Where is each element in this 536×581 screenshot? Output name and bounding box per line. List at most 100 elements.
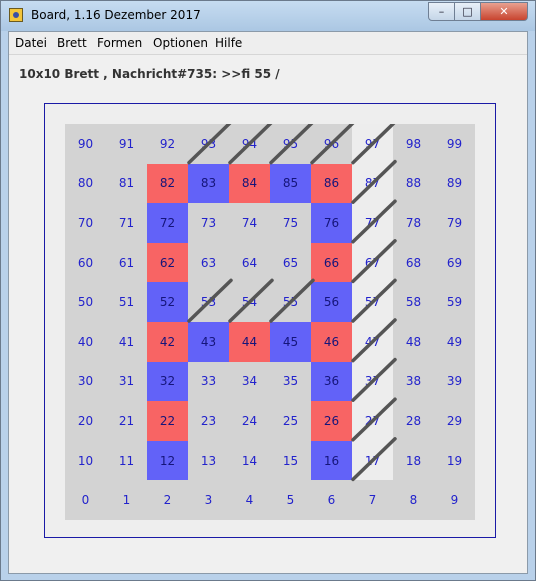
board-cell-35[interactable]: 35 — [270, 362, 311, 402]
board-cell-34[interactable]: 34 — [229, 362, 270, 402]
board-cell-67[interactable]: 67 — [352, 242, 393, 283]
board-cell-15[interactable]: 15 — [270, 441, 311, 481]
board-cell-44[interactable]: 44 — [229, 322, 270, 362]
board-cell-75[interactable]: 75 — [270, 203, 311, 243]
board-cell-54[interactable]: 54 — [229, 282, 270, 322]
board-cell-42[interactable]: 42 — [147, 322, 188, 362]
board-cell-45[interactable]: 45 — [270, 322, 311, 362]
board-cell-61[interactable]: 61 — [106, 243, 147, 283]
board-cell-65[interactable]: 65 — [270, 243, 311, 283]
board-cell-6[interactable]: 6 — [311, 480, 352, 520]
board-cell-33[interactable]: 33 — [188, 362, 229, 402]
minimize-button[interactable]: – — [428, 2, 455, 21]
board-cell-1[interactable]: 1 — [106, 480, 147, 520]
board-cell-38[interactable]: 38 — [393, 362, 434, 402]
board-cell-91[interactable]: 91 — [106, 124, 147, 164]
maximize-button[interactable]: □ — [454, 2, 481, 21]
board-cell-23[interactable]: 23 — [188, 401, 229, 441]
menu-brett[interactable]: Brett — [57, 36, 87, 50]
board-cell-43[interactable]: 43 — [188, 322, 229, 362]
board-cell-49[interactable]: 49 — [434, 322, 475, 362]
board-cell-4[interactable]: 4 — [229, 480, 270, 520]
board-cell-86[interactable]: 86 — [311, 163, 352, 204]
board-cell-29[interactable]: 29 — [434, 401, 475, 441]
board-cell-46[interactable]: 46 — [311, 322, 352, 362]
board-cell-28[interactable]: 28 — [393, 401, 434, 441]
board-cell-64[interactable]: 64 — [229, 243, 270, 283]
menu-optionen[interactable]: Optionen — [153, 36, 208, 50]
board-cell-98[interactable]: 98 — [393, 124, 434, 164]
board-cell-87[interactable]: 87 — [352, 163, 393, 204]
board-cell-88[interactable]: 88 — [393, 164, 434, 204]
menu-hilfe[interactable]: Hilfe — [215, 36, 242, 50]
board-cell-39[interactable]: 39 — [434, 362, 475, 402]
board-cell-94[interactable]: 94 — [229, 124, 270, 164]
board-cell-40[interactable]: 40 — [65, 322, 106, 362]
board-cell-79[interactable]: 79 — [434, 203, 475, 243]
board-cell-36[interactable]: 36 — [311, 361, 352, 402]
board-cell-48[interactable]: 48 — [393, 322, 434, 362]
board-cell-90[interactable]: 90 — [65, 124, 106, 164]
board-cell-12[interactable]: 12 — [147, 440, 188, 481]
board-cell-68[interactable]: 68 — [393, 243, 434, 283]
board-cell-17[interactable]: 17 — [352, 440, 393, 481]
board-cell-52[interactable]: 52 — [147, 282, 188, 322]
board-cell-20[interactable]: 20 — [65, 401, 106, 441]
menu-formen[interactable]: Formen — [97, 36, 142, 50]
board-cell-47[interactable]: 47 — [352, 322, 393, 362]
board-cell-62[interactable]: 62 — [147, 242, 188, 283]
board-cell-72[interactable]: 72 — [147, 203, 188, 243]
board-cell-55[interactable]: 55 — [270, 282, 311, 322]
board-cell-51[interactable]: 51 — [106, 282, 147, 322]
board-cell-74[interactable]: 74 — [229, 203, 270, 243]
board-cell-14[interactable]: 14 — [229, 441, 270, 481]
board-cell-71[interactable]: 71 — [106, 203, 147, 243]
board-cell-2[interactable]: 2 — [147, 480, 188, 520]
board-cell-50[interactable]: 50 — [65, 282, 106, 322]
board-cell-24[interactable]: 24 — [229, 401, 270, 441]
board-cell-41[interactable]: 41 — [106, 322, 147, 362]
board-cell-69[interactable]: 69 — [434, 243, 475, 283]
board-cell-97[interactable]: 97 — [352, 124, 393, 164]
board-cell-85[interactable]: 85 — [270, 163, 311, 204]
board-cell-83[interactable]: 83 — [188, 163, 229, 204]
board-cell-80[interactable]: 80 — [65, 164, 106, 204]
board-cell-89[interactable]: 89 — [434, 164, 475, 204]
board-cell-18[interactable]: 18 — [393, 441, 434, 481]
board-cell-78[interactable]: 78 — [393, 203, 434, 243]
board-cell-73[interactable]: 73 — [188, 203, 229, 243]
board-cell-56[interactable]: 56 — [311, 282, 352, 322]
board-cell-37[interactable]: 37 — [352, 361, 393, 402]
board-cell-93[interactable]: 93 — [188, 124, 229, 164]
board-cell-99[interactable]: 99 — [434, 124, 475, 164]
board-cell-19[interactable]: 19 — [434, 441, 475, 481]
board-cell-22[interactable]: 22 — [147, 401, 188, 441]
board-cell-77[interactable]: 77 — [352, 203, 393, 243]
board-cell-82[interactable]: 82 — [147, 163, 188, 204]
close-button[interactable]: ✕ — [480, 2, 528, 21]
board-cell-58[interactable]: 58 — [393, 282, 434, 322]
board-cell-84[interactable]: 84 — [229, 163, 270, 204]
board-cell-11[interactable]: 11 — [106, 441, 147, 481]
board-cell-10[interactable]: 10 — [65, 441, 106, 481]
board-cell-16[interactable]: 16 — [311, 440, 352, 481]
board-cell-92[interactable]: 92 — [147, 124, 188, 164]
board-cell-0[interactable]: 0 — [65, 480, 106, 520]
board-cell-60[interactable]: 60 — [65, 243, 106, 283]
board-grid[interactable]: 90 91 92 93 94 95 96 97 98 99 80 81 82 83 84 85 86 87 88 89… — [65, 124, 475, 520]
board-cell-27[interactable]: 27 — [352, 401, 393, 441]
menu-datei[interactable]: Datei — [15, 36, 47, 50]
board-cell-7[interactable]: 7 — [352, 480, 393, 520]
board-cell-31[interactable]: 31 — [106, 362, 147, 402]
board-cell-13[interactable]: 13 — [188, 441, 229, 481]
board-cell-70[interactable]: 70 — [65, 203, 106, 243]
board-cell-63[interactable]: 63 — [188, 243, 229, 283]
board-cell-26[interactable]: 26 — [311, 401, 352, 441]
board-cell-76[interactable]: 76 — [311, 203, 352, 243]
board-cell-32[interactable]: 32 — [147, 361, 188, 402]
board-cell-95[interactable]: 95 — [270, 124, 311, 164]
board-cell-9[interactable]: 9 — [434, 480, 475, 520]
board-cell-5[interactable]: 5 — [270, 480, 311, 520]
board-cell-25[interactable]: 25 — [270, 401, 311, 441]
board-cell-21[interactable]: 21 — [106, 401, 147, 441]
